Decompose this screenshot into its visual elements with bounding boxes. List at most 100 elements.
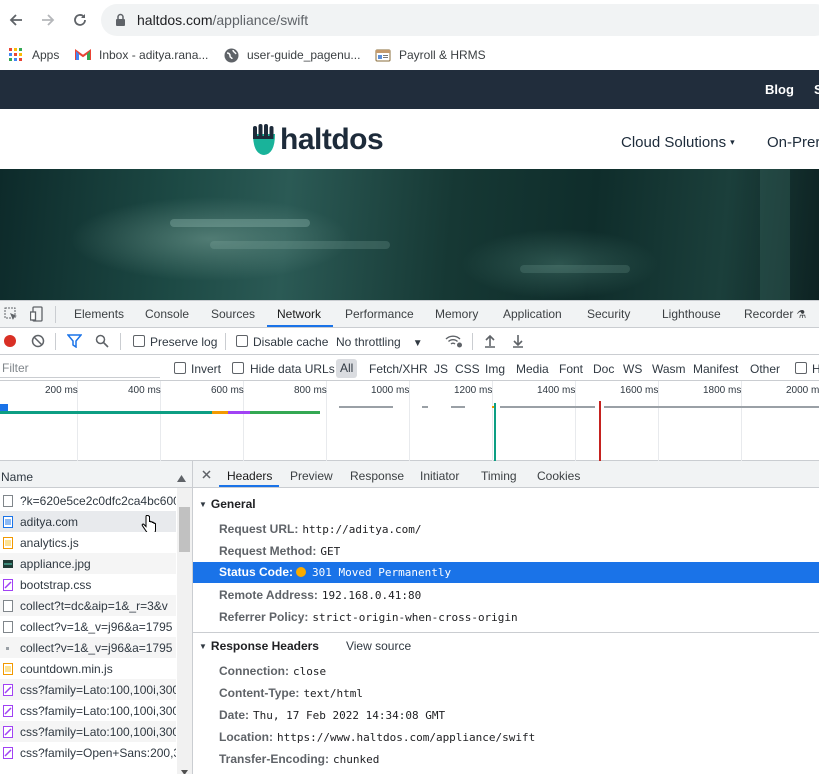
- request-row[interactable]: css?family=Lato:100,100i,300,: [0, 679, 176, 700]
- waterfall-bar: [228, 411, 250, 414]
- close-details-icon[interactable]: [202, 468, 211, 482]
- nav-blog-link[interactable]: Blog: [765, 82, 794, 97]
- tab-cookies[interactable]: Cookies: [537, 469, 580, 483]
- request-row[interactable]: appliance.jpg: [0, 553, 176, 574]
- inspect-element-icon[interactable]: [3, 306, 19, 322]
- lock-icon[interactable]: [115, 13, 126, 30]
- tab-performance[interactable]: Performance: [345, 307, 414, 321]
- tab-sources[interactable]: Sources: [211, 307, 255, 321]
- request-row[interactable]: css?family=Open+Sans:200,3: [0, 742, 176, 763]
- request-list-scrollbar[interactable]: [177, 488, 192, 774]
- bookmark-apps[interactable]: Apps: [8, 45, 59, 65]
- request-row-selected[interactable]: aditya.com: [0, 511, 176, 532]
- filter-type-ws[interactable]: WS: [623, 362, 642, 376]
- export-har-icon[interactable]: [510, 333, 526, 349]
- filter-type-media[interactable]: Media: [516, 362, 549, 376]
- request-row[interactable]: collect?v=1&_v=j96&a=1795: [0, 616, 176, 637]
- tab-timing[interactable]: Timing: [481, 469, 517, 483]
- network-filter-bar: Invert Hide data URLs All Fetch/XHR JS C…: [0, 355, 819, 381]
- address-bar[interactable]: haltdos.com/appliance/swift: [101, 4, 819, 36]
- request-row[interactable]: countdown.min.js: [0, 658, 176, 679]
- response-headers-section-toggle[interactable]: ▼ Response Headers View source: [193, 639, 411, 653]
- network-overview-timeline[interactable]: 200 ms 400 ms 600 ms 800 ms 1000 ms 1200…: [0, 381, 819, 461]
- filter-icon[interactable]: [66, 333, 82, 349]
- request-row[interactable]: css?family=Lato:100,100i,300,: [0, 700, 176, 721]
- tab-application[interactable]: Application: [503, 307, 562, 321]
- reload-icon[interactable]: [68, 8, 92, 32]
- bookmark-user-guide[interactable]: user-guide_pagenu...: [223, 45, 360, 65]
- tab-lighthouse[interactable]: Lighthouse: [662, 307, 721, 321]
- site-header: haltdos Cloud Solutions ▾ On-Prer: [0, 109, 819, 169]
- network-conditions-icon[interactable]: [444, 333, 464, 349]
- tab-security[interactable]: Security: [587, 307, 630, 321]
- header-value: text/html: [303, 687, 364, 700]
- view-source-link[interactable]: View source: [346, 639, 411, 653]
- import-har-icon[interactable]: [482, 333, 498, 349]
- tab-memory[interactable]: Memory: [435, 307, 478, 321]
- filter-type-doc[interactable]: Doc: [593, 362, 614, 376]
- filter-type-css[interactable]: CSS: [455, 362, 480, 376]
- triangle-down-icon: ▼: [199, 641, 207, 651]
- menu-cloud-solutions[interactable]: Cloud Solutions ▾: [621, 134, 735, 151]
- request-row[interactable]: analytics.js: [0, 532, 176, 553]
- throttling-select[interactable]: No throttling ▼: [336, 335, 423, 349]
- tab-response[interactable]: Response: [350, 469, 404, 483]
- location-row: Location: https://www.haltdos.com/applian…: [219, 730, 535, 744]
- header-value: 301 Moved Permanently: [312, 566, 452, 579]
- status-code-row[interactable]: Status Code: 301 Moved Permanently: [193, 562, 819, 583]
- filter-type-js[interactable]: JS: [434, 362, 448, 376]
- hide-data-urls-checkbox[interactable]: [232, 362, 244, 374]
- tab-recorder[interactable]: Recorder ⚗: [744, 307, 806, 321]
- filter-type-wasm[interactable]: Wasm: [652, 362, 686, 376]
- has-blocked-cookies-checkbox[interactable]: [795, 362, 807, 374]
- bookmark-inbox[interactable]: Inbox - aditya.rana...: [75, 45, 208, 65]
- tab-initiator[interactable]: Initiator: [420, 469, 459, 483]
- tab-console[interactable]: Console: [145, 307, 189, 321]
- filter-input[interactable]: [0, 358, 160, 378]
- filter-type-img[interactable]: Img: [485, 362, 505, 376]
- menu-on-prem[interactable]: On-Prer: [767, 134, 819, 151]
- sort-up-icon[interactable]: [177, 471, 186, 485]
- bookmark-payroll[interactable]: Payroll & HRMS: [375, 45, 486, 65]
- tab-network[interactable]: Network: [277, 307, 321, 321]
- back-icon[interactable]: [4, 8, 28, 32]
- tab-preview[interactable]: Preview: [290, 469, 333, 483]
- filter-type-font[interactable]: Font: [559, 362, 583, 376]
- request-row[interactable]: collect?t=dc&aip=1&_r=3&v: [0, 595, 176, 616]
- toolbar-separator: [225, 333, 226, 350]
- invert-checkbox[interactable]: [174, 362, 186, 374]
- request-row[interactable]: collect?v=1&_v=j96&a=1795: [0, 637, 176, 658]
- flask-icon: ⚗: [796, 309, 807, 321]
- request-row[interactable]: ?k=620e5ce2c0dfc2ca4bc600: [0, 490, 176, 511]
- general-section-toggle[interactable]: ▼ General: [193, 497, 256, 511]
- header-value: strict-origin-when-cross-origin: [312, 611, 518, 624]
- tab-elements[interactable]: Elements: [74, 307, 124, 321]
- toolbar-separator: [55, 306, 56, 323]
- scrollbar-thumb[interactable]: [179, 507, 190, 552]
- preserve-log-checkbox[interactable]: [133, 335, 145, 347]
- scroll-down-icon[interactable]: [181, 764, 188, 774]
- clear-icon[interactable]: [30, 333, 46, 349]
- dom-content-loaded-line: [494, 403, 496, 461]
- generic-file-icon: [3, 620, 13, 633]
- site-logo[interactable]: haltdos: [251, 123, 384, 157]
- filter-type-manifest[interactable]: Manifest: [693, 362, 738, 376]
- device-toolbar-icon[interactable]: [29, 306, 45, 322]
- filter-type-fetch-xhr[interactable]: Fetch/XHR: [369, 362, 428, 376]
- waterfall-bar: [250, 411, 320, 414]
- active-tab-indicator: [267, 325, 333, 327]
- toolbar-separator: [472, 333, 473, 350]
- tab-headers[interactable]: Headers: [227, 469, 272, 483]
- url-text[interactable]: haltdos.com/appliance/swift: [137, 12, 308, 28]
- nav-cut-link[interactable]: S: [814, 82, 819, 97]
- request-row[interactable]: bootstrap.css: [0, 574, 176, 595]
- forward-icon[interactable]: [36, 8, 60, 32]
- search-icon[interactable]: [94, 333, 110, 349]
- disable-cache-checkbox[interactable]: [236, 335, 248, 347]
- request-list-header[interactable]: Name: [0, 461, 192, 488]
- section-divider: [193, 632, 819, 633]
- record-icon[interactable]: [2, 333, 18, 349]
- request-row[interactable]: css?family=Lato:100,100i,300,: [0, 721, 176, 742]
- filter-type-other[interactable]: Other: [750, 362, 780, 376]
- filter-type-all[interactable]: All: [336, 359, 358, 378]
